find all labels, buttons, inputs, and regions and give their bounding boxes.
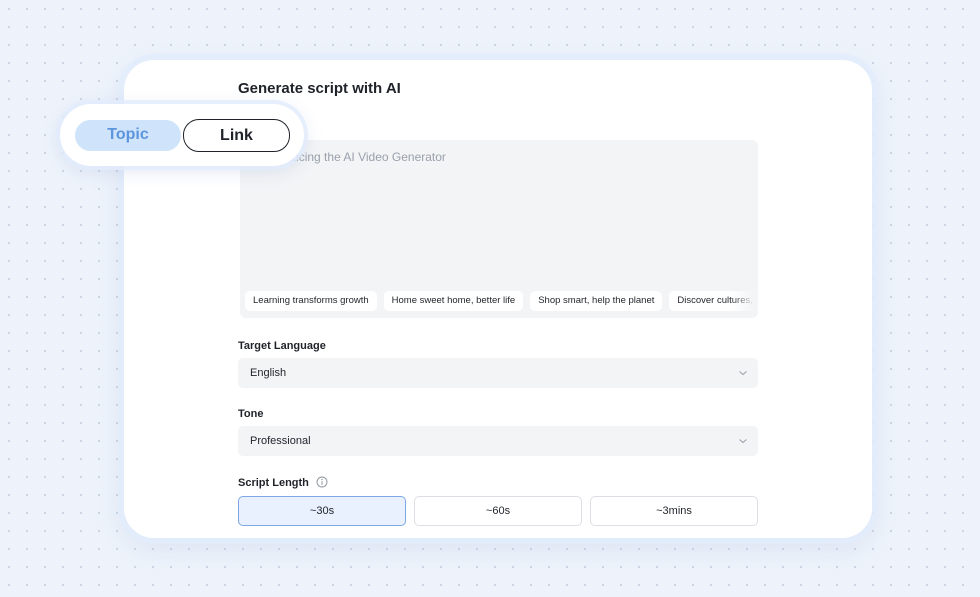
- target-language-value: English: [250, 367, 287, 379]
- length-option-30s[interactable]: ~30s: [238, 496, 406, 526]
- tone-value: Professional: [250, 435, 311, 447]
- length-option-3mins[interactable]: ~3mins: [590, 496, 758, 526]
- suggestion-chip[interactable]: Discover cultures, explore the world: [669, 291, 755, 311]
- script-length-label: Script Length: [238, 477, 309, 489]
- suggestion-chip[interactable]: Home sweet home, better life: [383, 291, 524, 311]
- suggestion-chips: Learning transforms growth Home sweet ho…: [245, 291, 755, 311]
- suggestion-chip[interactable]: Shop smart, help the planet: [530, 291, 663, 311]
- script-length-label-row: Script Length: [238, 476, 328, 489]
- tab-link[interactable]: Link: [183, 119, 290, 152]
- suggestion-chip[interactable]: Learning transforms growth: [245, 291, 377, 311]
- chevron-down-icon: [739, 371, 747, 376]
- length-option-60s[interactable]: ~60s: [414, 496, 582, 526]
- target-language-label: Target Language: [238, 340, 326, 352]
- tab-topic[interactable]: Topic: [75, 120, 181, 151]
- chevron-down-icon: [739, 439, 747, 444]
- info-icon[interactable]: [316, 476, 328, 488]
- tone-select[interactable]: Professional: [238, 426, 758, 456]
- target-language-select[interactable]: English: [238, 358, 758, 388]
- topic-input[interactable]: e.g. Introducing the AI Video Generator: [238, 150, 738, 164]
- tone-label: Tone: [238, 408, 264, 420]
- page-title: Generate script with AI: [238, 80, 401, 97]
